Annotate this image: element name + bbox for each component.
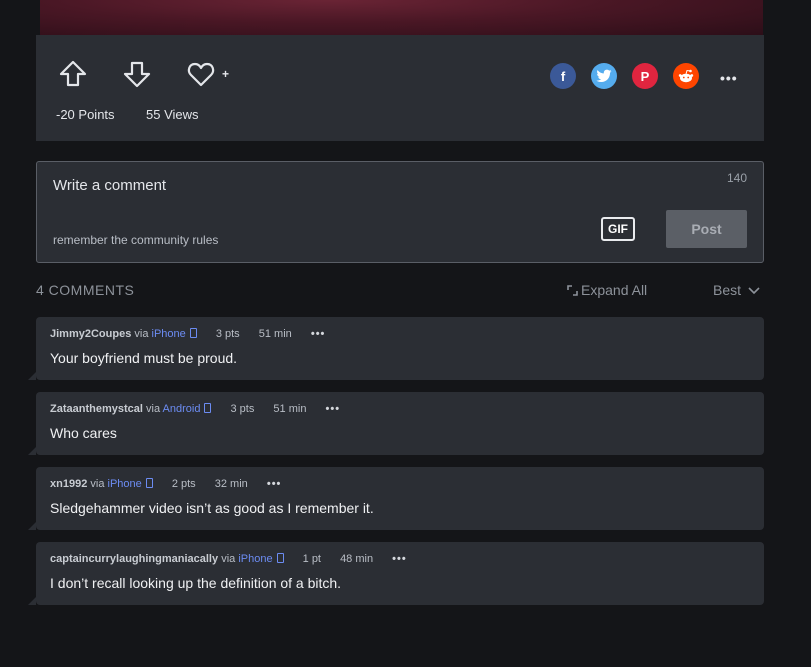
views-count: 55 Views bbox=[146, 107, 199, 122]
post-comment-button[interactable]: Post bbox=[666, 210, 747, 248]
share-reddit-button[interactable] bbox=[673, 63, 699, 89]
post-image bbox=[40, 0, 763, 35]
comment-time: 51 min bbox=[273, 403, 307, 415]
sort-dropdown[interactable]: Best bbox=[713, 282, 760, 298]
pinterest-icon: P bbox=[640, 68, 650, 84]
share-twitter-button[interactable] bbox=[591, 63, 617, 89]
comment-points: 1 pt bbox=[302, 553, 321, 565]
heart-icon bbox=[187, 62, 215, 87]
sort-label: Best bbox=[713, 282, 742, 298]
expand-all-button[interactable]: Expand All bbox=[567, 282, 647, 298]
community-rules-hint: remember the community rules bbox=[53, 233, 219, 247]
phone-icon bbox=[204, 403, 212, 413]
phone-icon bbox=[145, 478, 153, 488]
comment-points: 2 pts bbox=[171, 478, 196, 490]
share-facebook-button[interactable]: f bbox=[550, 63, 576, 89]
comment-meta: Jimmy2Coupes via iPhone 3 pts 51 min ••• bbox=[50, 328, 325, 340]
comment-more-button[interactable]: ••• bbox=[326, 403, 341, 415]
comment-item: Zataanthemystcal via Android 3 pts 51 mi… bbox=[28, 392, 764, 455]
comment-points: 3 pts bbox=[215, 328, 240, 340]
comment-meta: captaincurrylaughingmaniacally via iPhon… bbox=[50, 553, 407, 565]
comment-username[interactable]: Jimmy2Coupes bbox=[50, 328, 131, 340]
phone-icon bbox=[276, 553, 284, 563]
comment-text: I don’t recall looking up the definition… bbox=[50, 575, 342, 591]
comment-via: via bbox=[134, 328, 149, 340]
chevron-down-icon bbox=[748, 287, 760, 295]
comment-via: via bbox=[146, 403, 161, 415]
favorite-button[interactable] bbox=[184, 57, 218, 91]
comment-more-button[interactable]: ••• bbox=[392, 553, 407, 565]
arrow-down-icon bbox=[123, 61, 151, 88]
arrow-up-icon bbox=[59, 60, 87, 87]
comment-text: Sledgehammer video isn’t as good as I re… bbox=[50, 500, 374, 516]
upvote-button[interactable] bbox=[56, 57, 90, 91]
favorite-plus: + bbox=[222, 67, 230, 81]
comment-via: via bbox=[90, 478, 105, 490]
comment-points: 3 pts bbox=[230, 403, 255, 415]
comment-platform-link[interactable]: Android bbox=[163, 403, 201, 415]
comment-time: 51 min bbox=[258, 328, 292, 340]
expand-all-label: Expand All bbox=[581, 282, 648, 298]
comment-input[interactable]: Write a comment 140 remember the communi… bbox=[36, 161, 764, 263]
comment-item: captaincurrylaughingmaniacally via iPhon… bbox=[28, 542, 764, 605]
comment-text: Your boyfriend must be proud. bbox=[50, 350, 238, 366]
more-options-button[interactable]: ••• bbox=[720, 70, 738, 86]
comment-platform-link[interactable]: iPhone bbox=[238, 553, 272, 565]
comment-username[interactable]: xn1992 bbox=[50, 478, 87, 490]
expand-icon bbox=[567, 285, 578, 296]
downvote-button[interactable] bbox=[120, 57, 154, 91]
post-action-bar: + -20 Points 55 Views f P ••• bbox=[36, 35, 764, 141]
comment-via: via bbox=[221, 553, 236, 565]
comment-item: xn1992 via iPhone 2 pts 32 min ••• Sledg… bbox=[28, 467, 764, 530]
reddit-icon bbox=[678, 69, 694, 83]
post-label: Post bbox=[691, 221, 722, 237]
comment-username[interactable]: captaincurrylaughingmaniacally bbox=[50, 553, 218, 565]
comment-placeholder: Write a comment bbox=[53, 177, 167, 194]
comments-count: 4 COMMENTS bbox=[36, 282, 135, 298]
comment-text: Who cares bbox=[50, 425, 117, 441]
char-count: 140 bbox=[726, 171, 747, 185]
comment-platform-link[interactable]: iPhone bbox=[152, 328, 186, 340]
phone-icon bbox=[189, 328, 197, 338]
comment-item: Jimmy2Coupes via iPhone 3 pts 51 min •••… bbox=[28, 317, 764, 380]
gif-label: GIF bbox=[608, 222, 628, 236]
comment-meta: Zataanthemystcal via Android 3 pts 51 mi… bbox=[50, 403, 340, 415]
comment-more-button[interactable]: ••• bbox=[311, 328, 326, 340]
comment-meta: xn1992 via iPhone 2 pts 32 min ••• bbox=[50, 478, 281, 490]
facebook-icon: f bbox=[560, 68, 566, 84]
gif-button[interactable]: GIF bbox=[601, 217, 635, 241]
comment-time: 48 min bbox=[340, 553, 374, 565]
comment-platform-link[interactable]: iPhone bbox=[108, 478, 142, 490]
comment-more-button[interactable]: ••• bbox=[267, 478, 282, 490]
comment-username[interactable]: Zataanthemystcal bbox=[50, 403, 143, 415]
points-count: -20 Points bbox=[56, 107, 115, 122]
twitter-icon bbox=[596, 69, 612, 82]
comment-time: 32 min bbox=[214, 478, 248, 490]
share-pinterest-button[interactable]: P bbox=[632, 63, 658, 89]
